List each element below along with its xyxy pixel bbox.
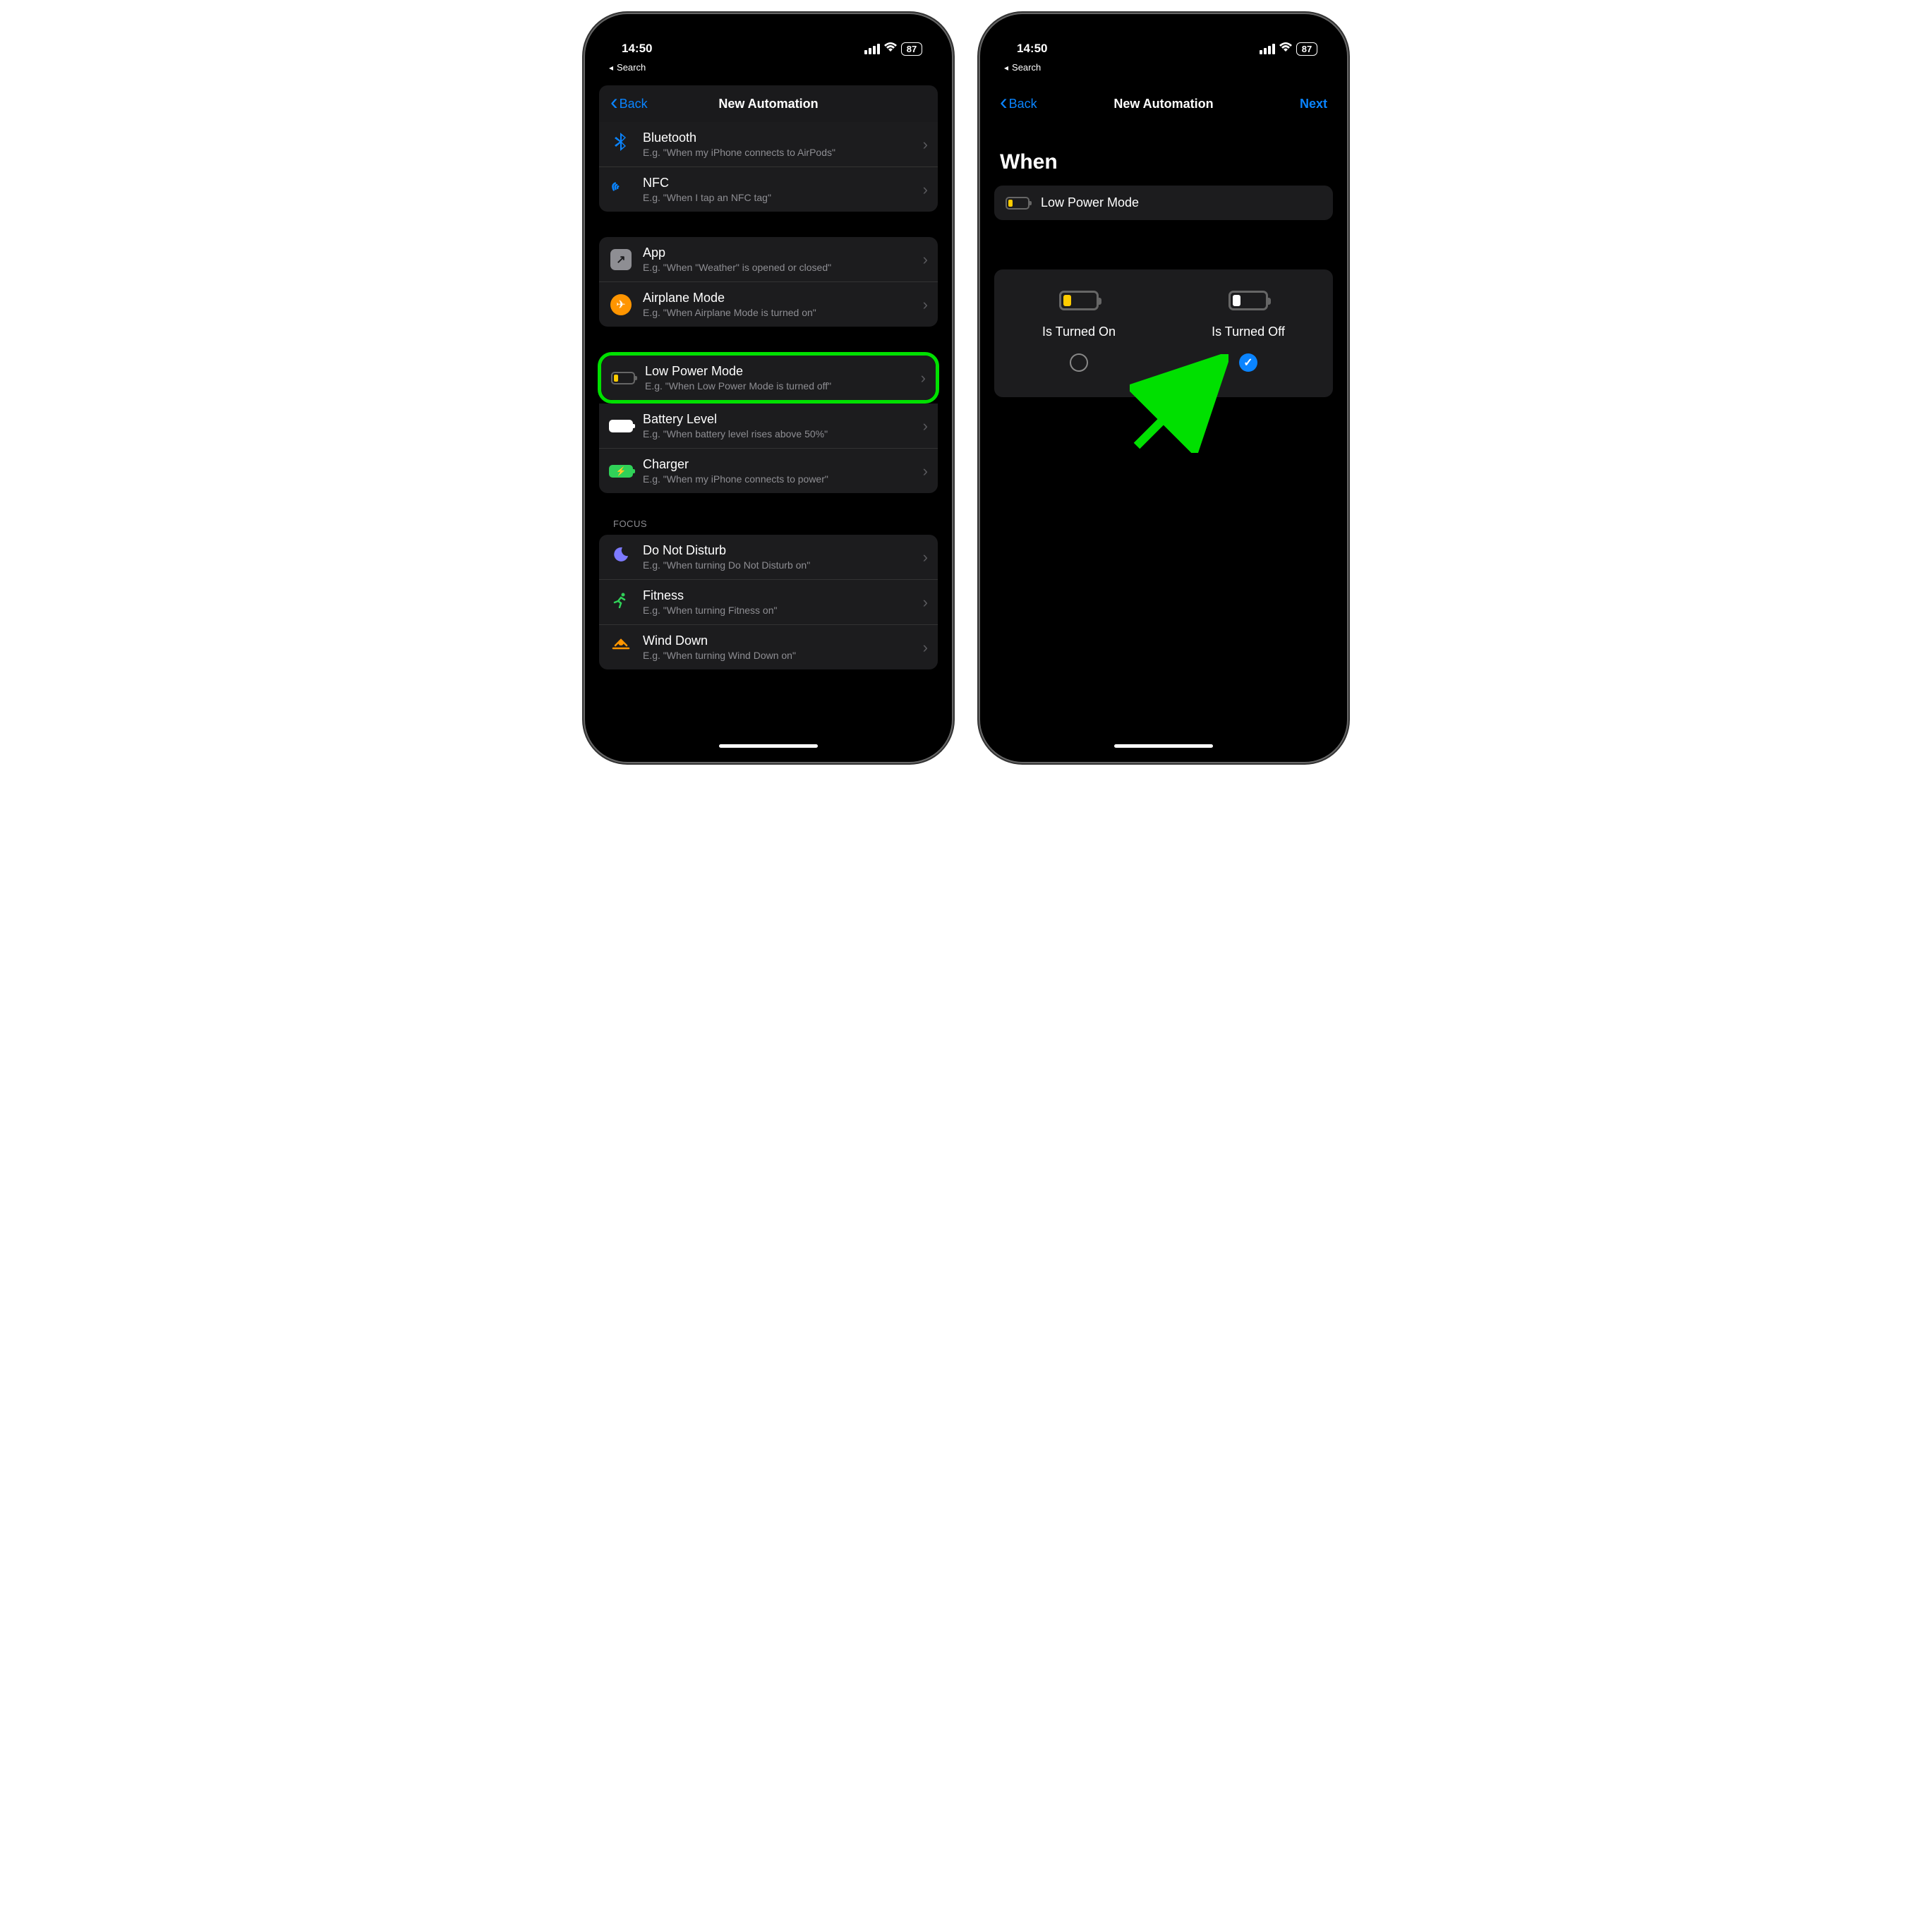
airplane-icon: ✈ xyxy=(610,294,632,315)
row-title: Bluetooth xyxy=(643,131,913,145)
row-bluetooth[interactable]: Bluetooth E.g. "When my iPhone connects … xyxy=(599,122,938,167)
row-title: Charger xyxy=(643,457,913,472)
row-title: Wind Down xyxy=(643,633,913,648)
moon-icon xyxy=(612,546,629,568)
row-airplane-mode[interactable]: ✈ Airplane Mode E.g. "When Airplane Mode… xyxy=(599,282,938,327)
cellular-icon xyxy=(1260,44,1275,54)
cellular-icon xyxy=(864,44,880,54)
content-scroll[interactable]: Bluetooth E.g. "When my iPhone connects … xyxy=(593,122,943,669)
wifi-icon xyxy=(884,42,897,56)
back-button[interactable]: Back xyxy=(610,97,660,111)
chevron-right-icon: › xyxy=(923,462,928,480)
home-indicator[interactable] xyxy=(719,744,818,748)
row-subtitle: E.g. "When Low Power Mode is turned off" xyxy=(645,380,911,392)
breadcrumb-back[interactable]: Search xyxy=(989,62,1339,78)
nav-title: New Automation xyxy=(1113,97,1213,111)
trigger-group-focus: Do Not Disturb E.g. "When turning Do Not… xyxy=(599,535,938,669)
row-subtitle: E.g. "When Airplane Mode is turned on" xyxy=(643,307,913,318)
dynamic-island xyxy=(723,35,814,61)
bluetooth-icon xyxy=(615,133,627,156)
choice-is-turned-off[interactable]: Is Turned Off ✓ xyxy=(1164,291,1333,372)
row-title: Do Not Disturb xyxy=(643,543,913,558)
chevron-right-icon: › xyxy=(923,638,928,657)
row-subtitle: E.g. "When my iPhone connects to AirPods… xyxy=(643,147,913,158)
row-title: Battery Level xyxy=(643,412,913,427)
chevron-right-icon: › xyxy=(923,417,928,435)
section-header-focus: Focus xyxy=(599,493,938,535)
row-subtitle: E.g. "When "Weather" is opened or closed… xyxy=(643,262,913,273)
chevron-right-icon: › xyxy=(923,593,928,612)
row-title: Airplane Mode xyxy=(643,291,913,305)
chevron-right-icon: › xyxy=(921,369,926,387)
row-title: Fitness xyxy=(643,588,913,603)
row-charger[interactable]: ⚡ Charger E.g. "When my iPhone connects … xyxy=(599,449,938,493)
row-nfc[interactable]: NFC E.g. "When I tap an NFC tag" › xyxy=(599,167,938,212)
battery-off-icon xyxy=(1228,291,1268,310)
low-power-battery-icon xyxy=(611,372,635,384)
fitness-icon xyxy=(612,592,629,613)
dynamic-island xyxy=(1118,35,1209,61)
wind-down-icon xyxy=(612,638,630,657)
row-fitness[interactable]: Fitness E.g. "When turning Fitness on" › xyxy=(599,580,938,625)
row-subtitle: E.g. "When turning Do Not Disturb on" xyxy=(643,559,913,571)
back-button[interactable]: Back xyxy=(1000,97,1049,111)
chevron-right-icon: › xyxy=(923,250,928,269)
battery-full-icon xyxy=(609,420,633,432)
row-subtitle: E.g. "When my iPhone connects to power" xyxy=(643,473,913,485)
low-power-battery-icon xyxy=(1006,197,1030,210)
nfc-icon xyxy=(612,180,630,200)
row-title: Low Power Mode xyxy=(645,364,911,379)
breadcrumb-back[interactable]: Search xyxy=(593,62,943,78)
battery-icon: 87 xyxy=(1296,42,1317,56)
phone-frame-right: 14:50 87 Search Back New Automation Next… xyxy=(980,14,1347,762)
screen-left: 14:50 87 Search Back New Automation xyxy=(593,23,943,753)
charger-icon: ⚡ xyxy=(609,465,633,478)
app-icon: ↗ xyxy=(610,249,632,270)
row-app[interactable]: ↗ App E.g. "When "Weather" is opened or … xyxy=(599,237,938,282)
trigger-summary-title: Low Power Mode xyxy=(1041,195,1139,210)
status-time: 14:50 xyxy=(622,42,652,56)
row-dnd[interactable]: Do Not Disturb E.g. "When turning Do Not… xyxy=(599,535,938,580)
choice-is-turned-on[interactable]: Is Turned On xyxy=(994,291,1164,372)
choice-label: Is Turned Off xyxy=(1212,325,1285,339)
nav-bar: Back New Automation xyxy=(599,85,938,122)
battery-icon: 87 xyxy=(901,42,922,56)
trigger-group-3: Battery Level E.g. "When battery level r… xyxy=(599,404,938,493)
highlight-annotation: Low Power Mode E.g. "When Low Power Mode… xyxy=(598,352,939,404)
row-wind-down[interactable]: Wind Down E.g. "When turning Wind Down o… xyxy=(599,625,938,669)
chevron-right-icon: › xyxy=(923,135,928,154)
row-subtitle: E.g. "When I tap an NFC tag" xyxy=(643,192,913,203)
trigger-group-2: ↗ App E.g. "When "Weather" is opened or … xyxy=(599,237,938,327)
choice-label: Is Turned On xyxy=(1042,325,1116,339)
nav-bar: Back New Automation Next xyxy=(989,85,1339,122)
row-title: NFC xyxy=(643,176,913,190)
wifi-icon xyxy=(1279,42,1292,56)
row-low-power-mode[interactable]: Low Power Mode E.g. "When Low Power Mode… xyxy=(601,356,936,400)
battery-on-icon xyxy=(1059,291,1099,310)
radio-unchecked-icon[interactable] xyxy=(1070,353,1088,372)
home-indicator[interactable] xyxy=(1114,744,1213,748)
row-subtitle: E.g. "When turning Fitness on" xyxy=(643,605,913,616)
choice-group: Is Turned On Is Turned Off ✓ xyxy=(994,269,1333,397)
row-battery-level[interactable]: Battery Level E.g. "When battery level r… xyxy=(599,404,938,449)
status-time: 14:50 xyxy=(1017,42,1047,56)
row-subtitle: E.g. "When battery level rises above 50%… xyxy=(643,428,913,439)
nav-title: New Automation xyxy=(718,97,818,111)
trigger-summary-row: Low Power Mode xyxy=(994,186,1333,220)
row-title: App xyxy=(643,245,913,260)
chevron-right-icon: › xyxy=(923,296,928,314)
chevron-right-icon: › xyxy=(923,181,928,199)
radio-checked-icon[interactable]: ✓ xyxy=(1239,353,1257,372)
trigger-group-1: Bluetooth E.g. "When my iPhone connects … xyxy=(599,122,938,212)
screen-right: 14:50 87 Search Back New Automation Next… xyxy=(989,23,1339,753)
row-subtitle: E.g. "When turning Wind Down on" xyxy=(643,650,913,661)
chevron-right-icon: › xyxy=(923,548,928,566)
phone-frame-left: 14:50 87 Search Back New Automation xyxy=(585,14,952,762)
when-heading: When xyxy=(989,122,1339,186)
next-button[interactable]: Next xyxy=(1278,97,1327,111)
